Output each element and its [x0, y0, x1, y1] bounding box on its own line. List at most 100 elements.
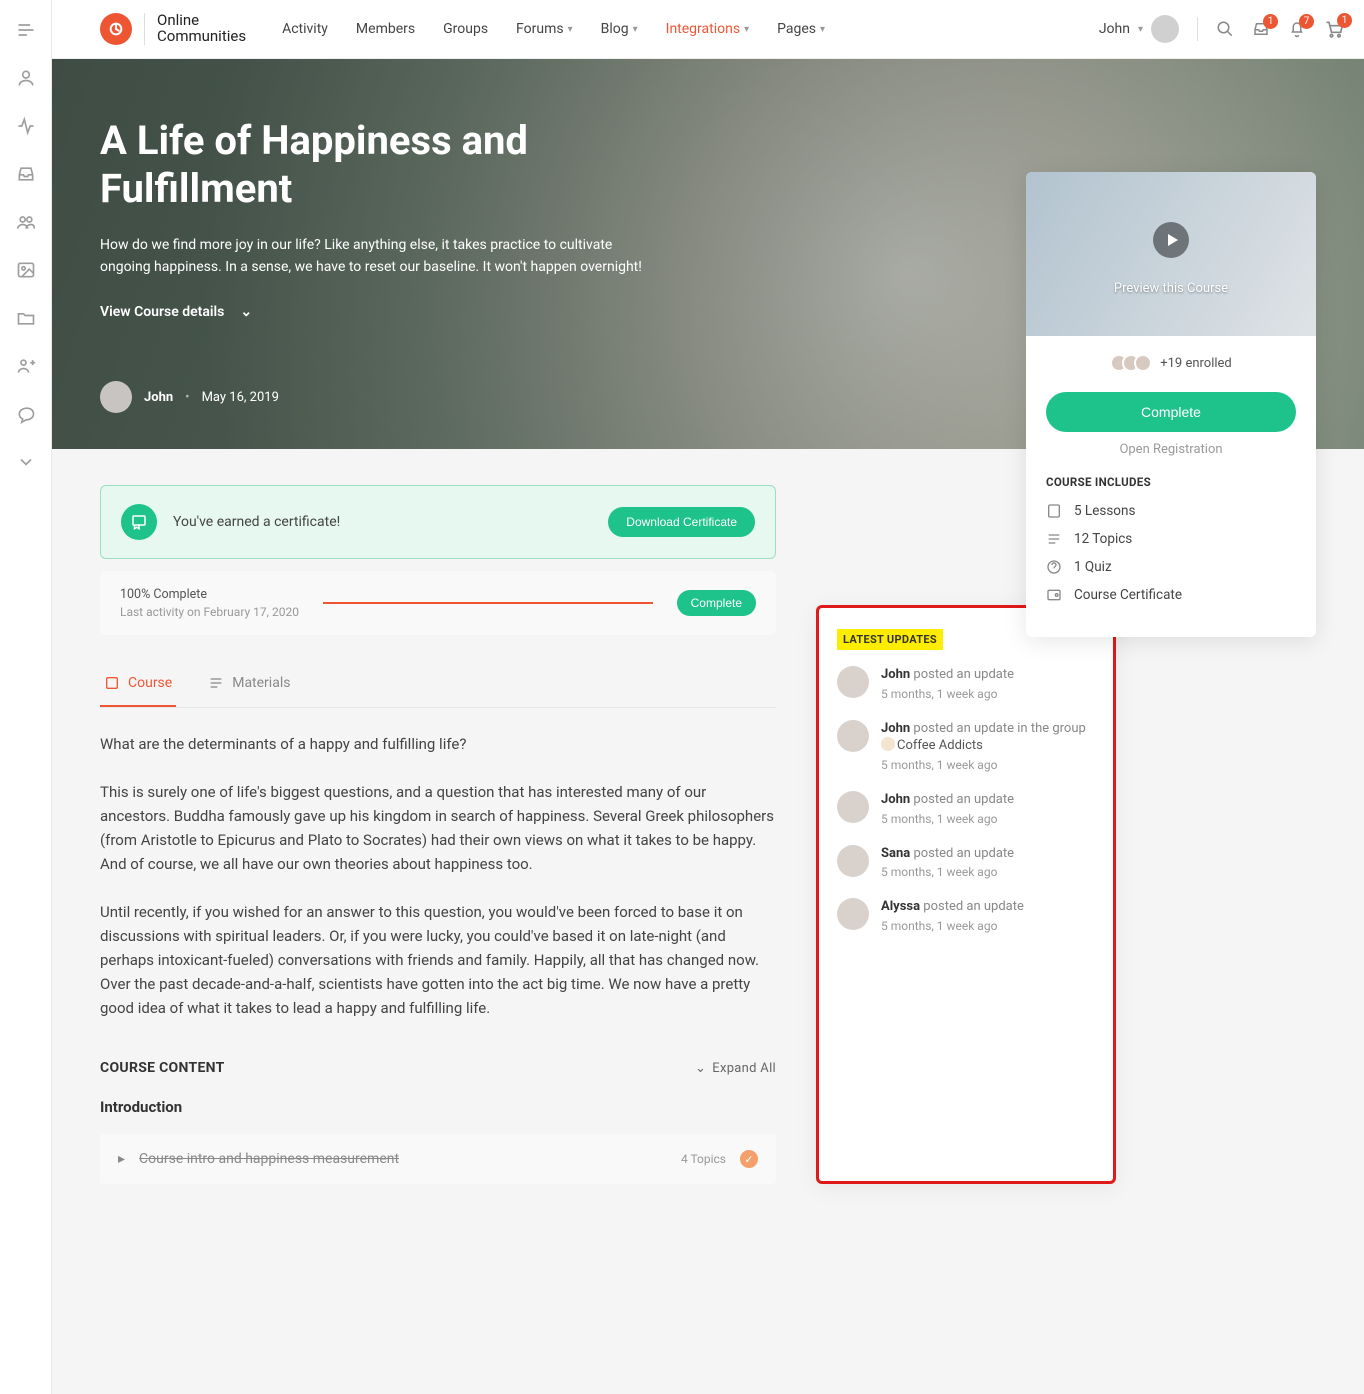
nav-integrations[interactable]: Integrations▾ — [666, 21, 749, 37]
inbox-icon[interactable] — [16, 164, 36, 184]
chevron-down-icon: ⌄ — [695, 1061, 706, 1076]
update-time: 5 months, 1 week ago — [881, 686, 1014, 702]
play-icon — [1153, 222, 1189, 258]
update-item[interactable]: Alyssa posted an update5 months, 1 week … — [837, 898, 1095, 934]
lesson-topic-count: 4 Topics — [681, 1152, 726, 1166]
image-icon[interactable] — [16, 260, 36, 280]
chat-icon[interactable] — [16, 404, 36, 424]
view-details-label: View Course details — [100, 304, 224, 320]
brand-logo[interactable]: Online Communities — [100, 13, 246, 45]
include-lessons: 5 Lessons — [1046, 503, 1296, 519]
certificate-icon — [121, 504, 157, 540]
update-time: 5 months, 1 week ago — [881, 864, 1014, 880]
download-certificate-button[interactable]: Download Certificate — [608, 507, 755, 537]
progress-label: 100% Complete — [120, 587, 299, 602]
update-time: 5 months, 1 week ago — [881, 757, 1095, 773]
nav-blog[interactable]: Blog▾ — [601, 21, 638, 37]
course-title: A Life of Happiness and Fulfillment — [100, 117, 660, 213]
activity-icon[interactable] — [16, 116, 36, 136]
nav-links: Activity Members Groups Forums▾ Blog▾ Integra… — [282, 21, 825, 37]
top-nav: Online Communities Activity Members Groups… — [52, 0, 1364, 59]
include-cert: Course Certificate — [1046, 587, 1296, 603]
complete-button[interactable]: Complete — [1046, 392, 1296, 432]
caret-right-icon: ▸ — [118, 1151, 125, 1167]
course-body: What are the determinants of a happy and… — [100, 732, 776, 1020]
preview-label: Preview this Course — [1114, 281, 1228, 296]
nav-forums[interactable]: Forums▾ — [516, 21, 573, 37]
author-row: John • May 16, 2019 — [100, 381, 279, 413]
update-item[interactable]: John posted an update5 months, 1 week ag… — [837, 791, 1095, 827]
user-name: John — [1099, 21, 1130, 37]
lesson-title: Course intro and happiness measurement — [139, 1151, 667, 1167]
view-details-toggle[interactable]: View Course details ⌄ — [100, 304, 1024, 320]
nav-activity[interactable]: Activity — [282, 21, 328, 37]
certificate-banner: You've earned a certificate! Download Ce… — [100, 485, 776, 559]
chevron-down-icon: ⌄ — [240, 304, 252, 320]
chevron-down-icon: ▾ — [1138, 24, 1143, 35]
course-subtitle: How do we find more joy in our life? Lik… — [100, 235, 660, 278]
logo-mark — [100, 13, 132, 45]
lesson-row[interactable]: ▸ Course intro and happiness measurement… — [100, 1134, 776, 1184]
course-includes: COURSE INCLUDES 5 Lessons 12 Topics 1 Qu… — [1026, 475, 1316, 637]
progress-complete-button[interactable]: Complete — [677, 590, 756, 616]
includes-title: COURSE INCLUDES — [1046, 475, 1296, 489]
update-item[interactable]: John posted an update5 months, 1 week ag… — [837, 666, 1095, 702]
update-time: 5 months, 1 week ago — [881, 811, 1014, 827]
latest-updates-widget: LATEST UPDATES John posted an update5 mo… — [816, 605, 1116, 1184]
groups-icon[interactable] — [16, 212, 36, 232]
enrolled-count: +19 enrolled — [1160, 356, 1232, 371]
avatar — [837, 845, 869, 877]
update-item[interactable]: John posted an update in the group Coffe… — [837, 720, 1095, 773]
chevron-down-icon: ▾ — [744, 24, 749, 35]
avatar — [837, 898, 869, 930]
chevron-down-icon: ▾ — [820, 24, 825, 35]
chevron-down-icon: ▾ — [568, 24, 573, 35]
include-topics: 12 Topics — [1046, 531, 1296, 547]
cart-icon[interactable]: 1 — [1324, 19, 1344, 39]
author-name[interactable]: John — [144, 390, 173, 405]
avatar — [837, 666, 869, 698]
tab-materials[interactable]: Materials — [204, 661, 294, 707]
divider — [1197, 17, 1198, 41]
bell-icon[interactable]: 7 — [1288, 20, 1306, 38]
mail-icon[interactable]: 1 — [1252, 20, 1270, 38]
more-icon[interactable] — [16, 452, 36, 472]
updates-title: LATEST UPDATES — [837, 629, 943, 650]
progress-bar — [323, 602, 653, 604]
user-menu[interactable]: John ▾ — [1099, 15, 1179, 43]
cart-badge: 1 — [1337, 13, 1352, 28]
menu-icon[interactable] — [16, 20, 36, 40]
include-quiz: 1 Quiz — [1046, 559, 1296, 575]
chevron-down-icon: ▾ — [633, 24, 638, 35]
content-tabs: Course Materials — [100, 661, 776, 708]
progress-box: 100% Complete Last activity on February … — [100, 571, 776, 635]
mail-badge: 1 — [1263, 14, 1278, 29]
body-p2: This is surely one of life's biggest que… — [100, 780, 776, 876]
profile-icon[interactable] — [16, 68, 36, 88]
enrolled-avatars — [1110, 354, 1152, 372]
certificate-text: You've earned a certificate! — [173, 514, 592, 530]
check-icon: ✓ — [740, 1150, 758, 1168]
tab-course[interactable]: Course — [100, 661, 176, 707]
course-content-heading: COURSE CONTENT ⌄Expand All — [100, 1060, 776, 1076]
side-rail — [0, 0, 52, 1394]
nav-members[interactable]: Members — [356, 21, 415, 37]
avatar — [1151, 15, 1179, 43]
search-icon[interactable] — [1216, 20, 1234, 38]
nav-pages[interactable]: Pages▾ — [777, 21, 825, 37]
open-registration: Open Registration — [1026, 442, 1316, 475]
body-p1: What are the determinants of a happy and… — [100, 732, 776, 756]
body-p3: Until recently, if you wished for an ans… — [100, 900, 776, 1020]
nav-groups[interactable]: Groups — [443, 21, 488, 37]
expand-all[interactable]: ⌄Expand All — [695, 1061, 776, 1076]
preview-video[interactable]: Preview this Course — [1026, 172, 1316, 336]
folder-icon[interactable] — [16, 308, 36, 328]
enrolled-row: +19 enrolled — [1026, 336, 1316, 380]
section-introduction: Introduction — [100, 1098, 776, 1116]
avatar — [837, 720, 869, 752]
update-item[interactable]: Sana posted an update5 months, 1 week ag… — [837, 845, 1095, 881]
bell-badge: 7 — [1299, 14, 1314, 29]
avatar — [837, 791, 869, 823]
friends-icon[interactable] — [16, 356, 36, 376]
author-avatar[interactable] — [100, 381, 132, 413]
